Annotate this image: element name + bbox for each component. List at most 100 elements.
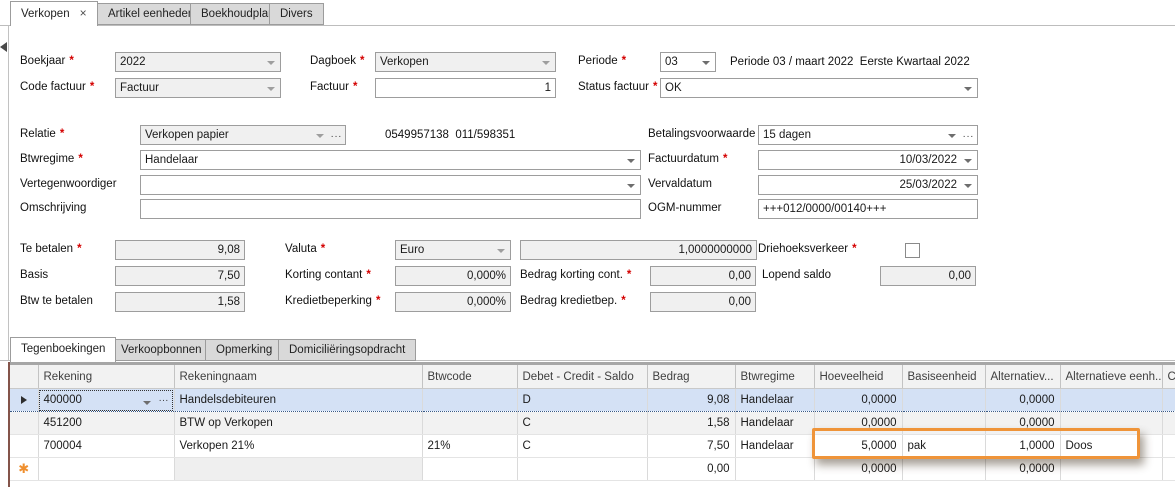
cell-btwcode[interactable]: 21% — [422, 434, 518, 458]
cell-c[interactable] — [1162, 457, 1175, 481]
cell-c[interactable] — [1162, 388, 1175, 412]
cell-rekening-editor[interactable]: 400000 ··· — [38, 388, 175, 412]
current-row-indicator — [10, 388, 39, 412]
btwregime-label: Btwregime * — [20, 153, 83, 165]
vervaldatum-field[interactable]: 25/03/2022 — [758, 175, 978, 195]
col-header-basiseenheid[interactable]: Basiseenheid — [902, 362, 986, 389]
tab-tegenboekingen[interactable]: Tegenboekingen — [10, 337, 117, 362]
highlight-annotation-box — [812, 428, 1140, 459]
factuurdatum-field[interactable]: 10/03/2022 — [758, 150, 978, 170]
cell-rekening[interactable] — [38, 457, 175, 481]
col-header-btwregime[interactable]: Btwregime — [735, 362, 815, 389]
dropdown-arrow-icon[interactable] — [627, 184, 635, 192]
cell-rekening[interactable]: 451200 — [38, 411, 175, 435]
current-row-arrow-icon — [20, 396, 27, 404]
dropdown-arrow-icon[interactable] — [142, 401, 151, 409]
ellipsis-button[interactable]: ··· — [963, 128, 975, 144]
dagboek-field: Verkopen — [375, 52, 556, 72]
te-betalen-value: 9,08 — [217, 244, 240, 256]
cell-c[interactable] — [1162, 411, 1175, 435]
cell-c[interactable] — [1162, 434, 1175, 458]
col-header-alternatieve-eenheid[interactable]: Alternatieve eenh... — [1060, 362, 1163, 389]
ellipsis-button[interactable]: ··· — [331, 128, 343, 144]
cell-btwregime[interactable]: Handelaar — [735, 434, 815, 458]
ogm-nummer-input[interactable]: +++012/0000/00140+++ — [758, 199, 978, 219]
cell-rekeningnaam[interactable] — [174, 457, 423, 481]
cell-alternatief[interactable]: 0,0000 — [985, 457, 1061, 481]
tab-opmerking[interactable]: Opmerking — [205, 339, 284, 361]
cell-bedrag[interactable]: 1,58 — [647, 411, 736, 435]
tab-verkopen-label: Verkopen — [21, 8, 70, 20]
col-header-bedrag[interactable]: Bedrag — [647, 362, 736, 389]
tab-verkopen[interactable]: Verkopen × — [10, 1, 98, 26]
panel-left-border — [8, 26, 9, 361]
cell-btwcode[interactable] — [422, 411, 518, 435]
cell-debet-credit-saldo[interactable]: C — [517, 411, 648, 435]
cell-btwcode[interactable] — [422, 457, 518, 481]
btwregime-field[interactable]: Handelaar — [140, 150, 641, 170]
cell-alternatieve-eenheid[interactable] — [1060, 457, 1163, 481]
cell-bedrag[interactable]: 9,08 — [647, 388, 736, 412]
cell-btwcode[interactable] — [422, 388, 518, 412]
korting-contant-value: 0,000% — [466, 270, 506, 282]
lopend-saldo-value: 0,00 — [948, 270, 971, 282]
periode-info-text: Periode 03 / maart 2022 Eerste Kwartaal … — [730, 56, 970, 68]
splitter-collapse-icon[interactable] — [0, 42, 7, 52]
tab-divers[interactable]: Divers — [269, 3, 324, 25]
tab-domicilieringsopdracht[interactable]: Domiciliëringsopdracht — [278, 339, 417, 361]
cell-btwregime[interactable]: Handelaar — [735, 388, 815, 412]
col-header-debet-credit-saldo[interactable]: Debet - Credit - Saldo — [517, 362, 648, 389]
cell-bedrag[interactable]: 0,00 — [647, 457, 736, 481]
cell-basiseenheid[interactable] — [902, 457, 986, 481]
periode-label: Periode * — [578, 55, 627, 67]
cell-rekening-value: 400000 — [43, 394, 82, 406]
cell-alternatief[interactable]: 0,0000 — [985, 388, 1061, 412]
cell-rekeningnaam[interactable]: Handelsdebiteuren — [174, 388, 423, 412]
dropdown-arrow-icon[interactable] — [964, 184, 972, 192]
dropdown-arrow-icon — [542, 61, 550, 69]
omschrijving-input[interactable] — [140, 199, 641, 219]
cell-rekeningnaam[interactable]: BTW op Verkopen — [174, 411, 423, 435]
cell-debet-credit-saldo[interactable]: C — [517, 434, 648, 458]
status-factuur-field[interactable]: OK — [660, 78, 978, 98]
cell-bedrag[interactable]: 7,50 — [647, 434, 736, 458]
bedrag-korting-cont-field: 0,00 — [650, 266, 756, 286]
betalingsvoorwaarde-field[interactable]: 15 dagen ··· — [758, 125, 978, 145]
grid-row-selected[interactable]: 400000 ··· Handelsdebiteuren D 9,08 Hande… — [10, 388, 1175, 412]
vertegenwoordiger-field[interactable] — [140, 175, 641, 195]
periode-value: 03 — [665, 56, 678, 68]
col-header-btwcode[interactable]: Btwcode — [422, 362, 518, 389]
tegenboekingen-grid: Rekening Rekeningnaam Btwcode Debet - Cr… — [8, 362, 1175, 487]
dropdown-arrow-icon[interactable] — [627, 159, 635, 167]
grid-new-row[interactable]: ✱ 0,00 0,0000 0,0000 — [10, 457, 1175, 481]
cell-basiseenheid[interactable] — [902, 388, 986, 412]
close-tab-icon[interactable]: × — [80, 2, 87, 25]
required-asterisk: * — [626, 269, 632, 281]
col-header-rekeningnaam[interactable]: Rekeningnaam — [174, 362, 423, 389]
periode-field[interactable]: 03 — [660, 52, 716, 72]
cell-hoeveelheid[interactable]: 0,0000 — [814, 388, 903, 412]
cell-debet-credit-saldo[interactable]: D — [517, 388, 648, 412]
bedrag-kredietbep-field: 0,00 — [650, 292, 756, 312]
cell-debet-credit-saldo[interactable] — [517, 457, 648, 481]
cell-rekening[interactable]: 700004 — [38, 434, 175, 458]
cell-rekeningnaam[interactable]: Verkopen 21% — [174, 434, 423, 458]
tab-verkoopbonnen[interactable]: Verkoopbonnen — [110, 339, 213, 361]
col-header-c[interactable]: C — [1162, 362, 1175, 389]
dropdown-arrow-icon[interactable] — [948, 134, 956, 142]
ellipsis-button[interactable]: ··· — [159, 395, 169, 406]
col-header-alternatief[interactable]: Alternatiev... — [985, 362, 1061, 389]
col-header-hoeveelheid[interactable]: Hoeveelheid — [814, 362, 903, 389]
dropdown-arrow-icon[interactable] — [964, 87, 972, 95]
required-asterisk: * — [78, 153, 83, 165]
cell-alternatieve-eenheid[interactable] — [1060, 388, 1163, 412]
bedrag-korting-cont-value: 0,00 — [728, 270, 751, 282]
cell-hoeveelheid[interactable]: 0,0000 — [814, 457, 903, 481]
cell-btwregime[interactable] — [735, 457, 815, 481]
col-header-rekening[interactable]: Rekening — [38, 362, 175, 389]
factuur-input[interactable]: 1 — [375, 78, 556, 98]
dropdown-arrow-icon[interactable] — [964, 159, 972, 167]
driehoeksverkeer-checkbox[interactable] — [905, 243, 920, 258]
dropdown-arrow-icon[interactable] — [702, 61, 710, 69]
cell-btwregime[interactable]: Handelaar — [735, 411, 815, 435]
